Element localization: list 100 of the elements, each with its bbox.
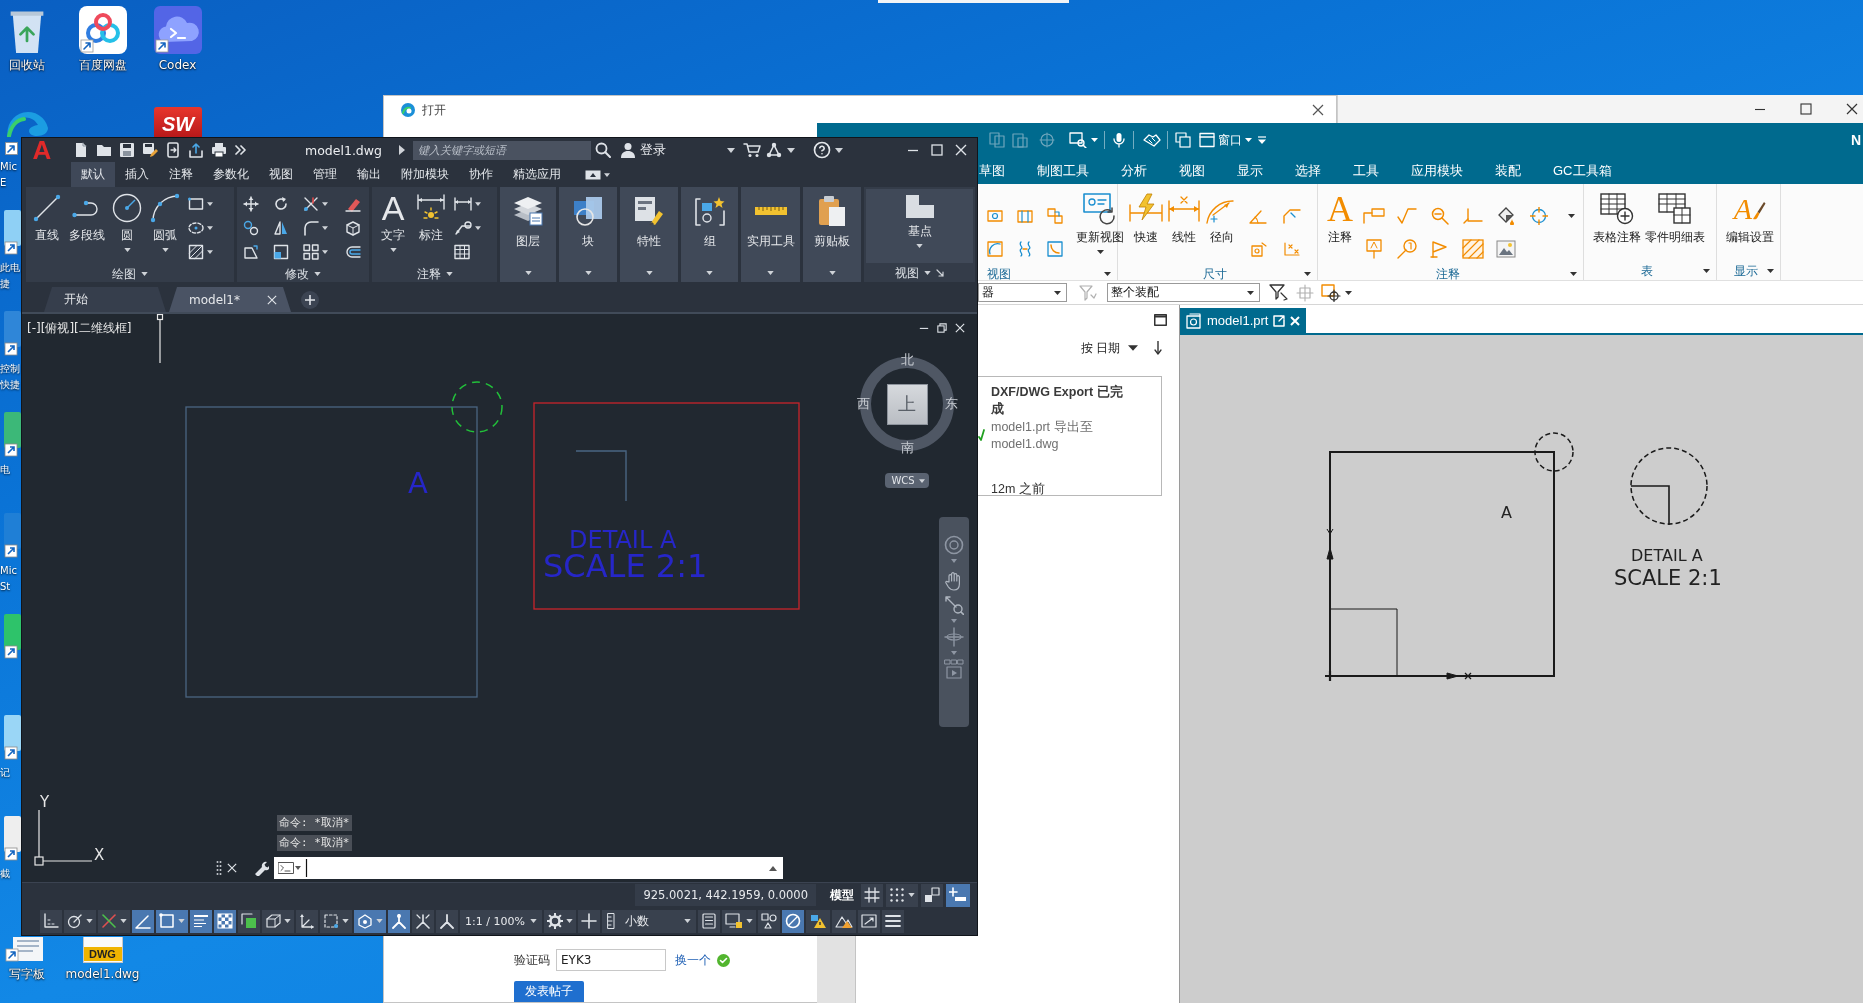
maximize-icon[interactable] [1154, 314, 1167, 326]
ribbon-tool-button[interactable]: A 文字 [374, 189, 412, 263]
ribbon-panel-button[interactable]: 剪贴板 [803, 187, 861, 282]
status-toggle-button[interactable] [697, 909, 720, 933]
sort-label[interactable]: 按 日期 [1080, 339, 1120, 357]
status-toggle-button[interactable] [781, 909, 804, 933]
concentric-arcs-icon[interactable] [345, 244, 361, 260]
zoom-diagonal-icon[interactable] [944, 595, 964, 615]
stacked-windows-icon[interactable] [1175, 132, 1191, 148]
shortcut-label[interactable]: Mic E [0, 159, 21, 191]
shortcut-label[interactable]: 截 [0, 866, 21, 882]
linear-dimension-icon[interactable] [454, 196, 472, 212]
scale-squares-icon[interactable] [273, 244, 289, 260]
ribbon-tab[interactable]: 草图 [977, 157, 1021, 184]
caret-icon[interactable] [322, 202, 328, 206]
caret-icon[interactable] [924, 271, 931, 275]
notification-card[interactable]: DXF/DWG Export 已完成 model1.prt 导出至 model1.dwg 12m 之前 [977, 376, 1162, 496]
shortcut-label[interactable]: model1.dwg [65, 967, 140, 982]
status-toggle-button[interactable] [946, 883, 970, 907]
caret-icon[interactable] [1767, 269, 1774, 273]
app-shortcut-icon[interactable] [4, 814, 21, 862]
caret-icon[interactable] [398, 145, 405, 155]
grid-icon[interactable] [303, 244, 319, 260]
model-space-button[interactable]: 模型 [826, 886, 858, 904]
caret-icon[interactable] [207, 250, 213, 254]
ribbon-tab[interactable]: 分析 [1105, 157, 1163, 184]
microphone-icon[interactable] [1113, 132, 1125, 148]
caret-icon[interactable] [141, 272, 148, 276]
viewport-label[interactable]: [-][俯视][二维线框] [27, 320, 132, 337]
caret-icon[interactable] [207, 226, 213, 230]
shortcut-label[interactable]: 控制快捷 [0, 361, 21, 393]
crosshair-target-icon[interactable] [1529, 206, 1548, 225]
ribbon-tool-button[interactable]: 快速 [1127, 193, 1165, 246]
close-icon[interactable] [227, 863, 237, 873]
status-toggle-button[interactable] [190, 909, 212, 933]
status-toggle-button[interactable] [921, 883, 943, 907]
app-shortcut-icon[interactable] [4, 511, 21, 559]
scissors-icon[interactable] [303, 196, 319, 212]
ribbon-tab[interactable]: 参数化 [203, 162, 259, 187]
document-tab[interactable]: model1* [169, 287, 291, 312]
ribbon-tab[interactable]: 输出 [347, 162, 391, 187]
refresh-captcha-link[interactable]: 换一个 [675, 951, 711, 969]
status-toggle-button[interactable] [64, 909, 96, 933]
app-shortcut-icon[interactable] [4, 612, 21, 660]
compass-label[interactable]: 南 [900, 439, 914, 457]
ribbon-tab[interactable]: 管理 [303, 162, 347, 187]
app-shortcut-icon[interactable] [4, 309, 21, 357]
rectangle-icon[interactable] [188, 196, 204, 212]
status-toggle-button[interactable] [805, 909, 830, 933]
ribbon-panel-button[interactable]: 图层 [500, 187, 556, 282]
status-toggle-button[interactable] [577, 909, 600, 933]
person-icon[interactable] [619, 142, 636, 158]
compass-label[interactable]: 东 [944, 395, 958, 413]
ribbon-tab[interactable]: 选择 [1279, 157, 1337, 184]
diagonal-arrow-icon[interactable] [936, 269, 944, 277]
rounded-corner-icon[interactable] [303, 220, 319, 236]
detail-view-icon[interactable] [987, 240, 1003, 257]
ribbon-tab[interactable]: 视图 [1163, 157, 1221, 184]
caret-icon[interactable] [769, 865, 777, 871]
ribbon-tab[interactable]: 装配 [1479, 157, 1537, 184]
app-shortcut-icon[interactable] [4, 713, 21, 761]
double-chevron-icon[interactable] [234, 144, 246, 156]
ribbon-tab[interactable]: 协作 [459, 162, 503, 187]
ribbon-tab[interactable]: 默认 [71, 162, 115, 187]
ribbon-tool-button[interactable]: 更新视图 [1074, 193, 1126, 254]
app-shortcut-icon[interactable] [4, 208, 21, 256]
status-toggle-button[interactable] [721, 909, 756, 933]
film-frames-icon[interactable] [944, 659, 964, 679]
stretch-icon[interactable] [243, 244, 259, 260]
ribbon-tool-button[interactable]: 多段线 [66, 189, 108, 263]
status-toggle-button[interactable] [98, 909, 130, 933]
view-frame-icon[interactable] [987, 207, 1003, 224]
caret-icon[interactable] [1568, 213, 1575, 218]
status-toggle-button[interactable] [262, 909, 294, 933]
annotation-scale-button[interactable]: 1:1 / 100% [460, 909, 542, 933]
status-toggle-button[interactable] [436, 909, 458, 933]
upload-icon[interactable] [188, 142, 204, 158]
captcha-input[interactable]: EYK3 [556, 949, 666, 971]
handshake-icon[interactable] [1143, 132, 1161, 148]
shortcut-label[interactable]: 记 [0, 765, 21, 781]
ribbon-panel-button[interactable]: 块 [559, 187, 617, 282]
leader-icon[interactable] [454, 220, 472, 236]
floppy-pencil-icon[interactable] [142, 142, 158, 158]
caret-icon[interactable] [207, 202, 213, 206]
grip-dots-icon[interactable] [216, 860, 222, 876]
ribbon-tab[interactable]: 视图 [259, 162, 303, 187]
status-toggle-button[interactable] [40, 909, 62, 933]
ribbon-tool-button[interactable]: 圆弧 [146, 189, 184, 263]
paint-bucket-icon[interactable] [1496, 206, 1515, 225]
shortcut-label[interactable]: 电 [0, 462, 21, 478]
caret-icon[interactable] [726, 147, 735, 153]
document-tab[interactable]: model1.prt [1180, 308, 1306, 333]
compass-label[interactable]: 北 [900, 351, 914, 369]
caret-icon[interactable] [475, 202, 481, 206]
shortcut-label[interactable]: 写字板 [8, 967, 45, 982]
submit-button[interactable]: 发表帖子 [514, 981, 584, 1002]
caret-icon[interactable] [475, 226, 481, 230]
app-shortcut-icon[interactable] [4, 410, 21, 458]
ribbon-tab[interactable]: 注释 [159, 162, 203, 187]
printer-icon[interactable] [211, 142, 227, 158]
